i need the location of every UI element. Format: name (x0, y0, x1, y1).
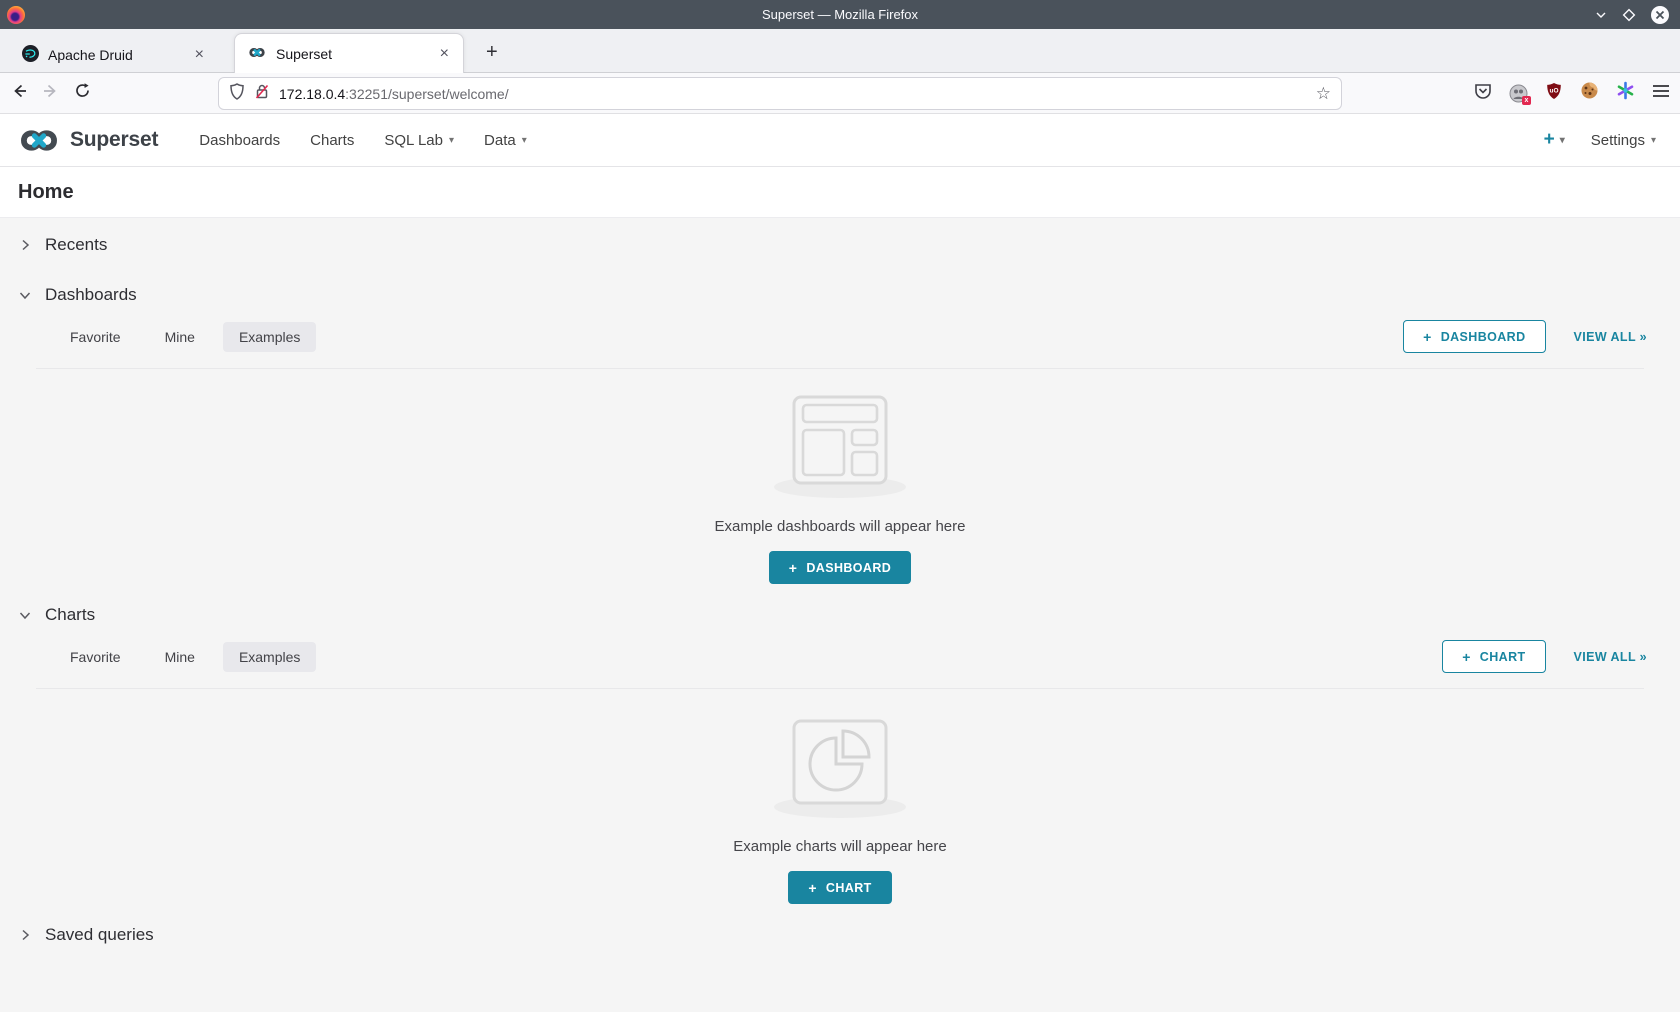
tab-favorite[interactable]: Favorite (54, 322, 137, 352)
window-title: Superset — Mozilla Firefox (0, 7, 1680, 22)
dashboards-toolbar: Favorite Mine Examples + DASHBOARD VIEW A… (54, 320, 1647, 353)
dashboards-empty-state: Example dashboards will appear here + DAS… (0, 369, 1680, 584)
section-dashboards[interactable]: Dashboards (0, 276, 1680, 314)
browser-tab-bar: Apache Druid × Superset × + (0, 29, 1680, 73)
plus-icon: + (1544, 129, 1555, 151)
nav-label: Charts (310, 132, 354, 149)
empty-state-text: Example dashboards will appear here (715, 518, 966, 535)
nav-charts[interactable]: Charts (295, 132, 369, 149)
section-title: Charts (45, 605, 95, 625)
section-title: Recents (45, 235, 107, 255)
forward-button[interactable] (42, 82, 60, 105)
nav-label: Data (484, 132, 516, 149)
close-tab-icon[interactable]: × (191, 46, 208, 64)
new-tab-button[interactable]: + (478, 40, 506, 64)
nav-data[interactable]: Data ▾ (469, 132, 542, 149)
tab-label: Apache Druid (48, 47, 182, 63)
window-titlebar: Superset — Mozilla Firefox (0, 0, 1680, 29)
new-chart-button[interactable]: + CHART (1442, 640, 1545, 673)
chevron-right-icon (18, 238, 32, 252)
asterisk-extension-icon[interactable] (1616, 81, 1635, 105)
reload-button[interactable] (74, 82, 91, 104)
button-label: CHART (1480, 650, 1526, 664)
page-title: Home (18, 181, 74, 204)
ublock-icon[interactable]: uO (1545, 82, 1563, 105)
superset-infinity-icon (16, 126, 62, 155)
cookie-icon[interactable] (1580, 81, 1599, 105)
nav-label: Dashboards (199, 132, 280, 149)
chevron-down-icon (18, 608, 32, 622)
tab-mine[interactable]: Mine (149, 322, 211, 352)
tab-label: Superset (276, 46, 427, 62)
browser-tab-superset[interactable]: Superset × (234, 33, 464, 73)
page-header: Home (0, 167, 1680, 218)
tracking-shield-icon[interactable] (229, 83, 245, 105)
hamburger-menu-icon[interactable] (1652, 84, 1670, 103)
superset-favicon (247, 46, 267, 62)
view-all-charts-link[interactable]: VIEW ALL » (1574, 650, 1647, 664)
section-saved-queries[interactable]: Saved queries (0, 916, 1680, 954)
nav-label: SQL Lab (384, 132, 443, 149)
url-path: :32251/superset/welcome/ (345, 86, 508, 102)
superset-logo[interactable]: Superset (16, 126, 158, 155)
url-text[interactable]: 172.18.0.4:32251/superset/welcome/ (279, 86, 1307, 102)
nav-dashboards[interactable]: Dashboards (184, 132, 295, 149)
back-button[interactable] (10, 82, 28, 105)
pocket-icon[interactable] (1474, 82, 1492, 105)
extension-icon[interactable]: x (1509, 84, 1528, 103)
button-label: DASHBOARD (806, 561, 891, 575)
caret-down-icon: ▾ (1560, 135, 1565, 146)
brand-name: Superset (70, 128, 158, 152)
create-dashboard-button[interactable]: + DASHBOARD (769, 551, 911, 584)
section-title: Saved queries (45, 925, 154, 945)
tab-examples[interactable]: Examples (223, 322, 316, 352)
button-label: DASHBOARD (1441, 330, 1526, 344)
section-recents[interactable]: Recents (0, 226, 1680, 264)
tab-favorite[interactable]: Favorite (54, 642, 137, 672)
urlbar[interactable]: 172.18.0.4:32251/superset/welcome/ ☆ (218, 77, 1342, 110)
view-all-dashboards-link[interactable]: VIEW ALL » (1574, 330, 1647, 344)
druid-favicon (22, 45, 39, 65)
nav-sql-lab[interactable]: SQL Lab ▾ (369, 132, 469, 149)
chevron-down-icon (18, 288, 32, 302)
insecure-lock-icon[interactable] (254, 83, 270, 105)
plus-icon: + (808, 880, 817, 896)
settings-menu-button[interactable]: Settings ▾ (1591, 132, 1656, 149)
plus-icon: + (789, 560, 798, 576)
charts-empty-state: Example charts will appear here + CHART (0, 689, 1680, 904)
button-label: CHART (826, 881, 872, 895)
svg-text:uO: uO (1549, 87, 1558, 94)
plus-icon: + (1462, 649, 1471, 665)
chevron-right-icon (18, 928, 32, 942)
settings-label: Settings (1591, 132, 1645, 149)
url-host: 172.18.0.4 (279, 86, 345, 102)
maximize-button[interactable] (1622, 8, 1636, 22)
empty-chart-icon (765, 711, 915, 824)
section-title: Dashboards (45, 285, 137, 305)
empty-state-text: Example charts will appear here (733, 838, 946, 855)
section-charts[interactable]: Charts (0, 596, 1680, 634)
browser-tab-apache-druid[interactable]: Apache Druid × (10, 37, 218, 72)
minimize-button[interactable] (1594, 8, 1608, 22)
browser-toolbar: 172.18.0.4:32251/superset/welcome/ ☆ x u… (0, 73, 1680, 114)
welcome-content: Recents Dashboards Favorite Mine Example… (0, 218, 1680, 962)
tab-mine[interactable]: Mine (149, 642, 211, 672)
caret-down-icon: ▾ (1651, 135, 1656, 146)
bookmark-star-icon[interactable]: ☆ (1316, 84, 1331, 104)
charts-toolbar: Favorite Mine Examples + CHART VIEW ALL » (54, 640, 1647, 673)
add-new-menu-button[interactable]: +▾ (1544, 129, 1565, 151)
new-dashboard-button[interactable]: + DASHBOARD (1403, 320, 1545, 353)
create-chart-button[interactable]: + CHART (788, 871, 891, 904)
tab-examples[interactable]: Examples (223, 642, 316, 672)
close-button[interactable] (1650, 5, 1670, 25)
plus-icon: + (1423, 329, 1432, 345)
extension-error-badge: x (1522, 96, 1531, 105)
close-tab-icon[interactable]: × (436, 45, 453, 63)
empty-dashboard-icon (765, 391, 915, 504)
caret-down-icon: ▾ (522, 135, 527, 146)
superset-navbar: Superset Dashboards Charts SQL Lab ▾ Data… (0, 114, 1680, 167)
caret-down-icon: ▾ (449, 135, 454, 146)
